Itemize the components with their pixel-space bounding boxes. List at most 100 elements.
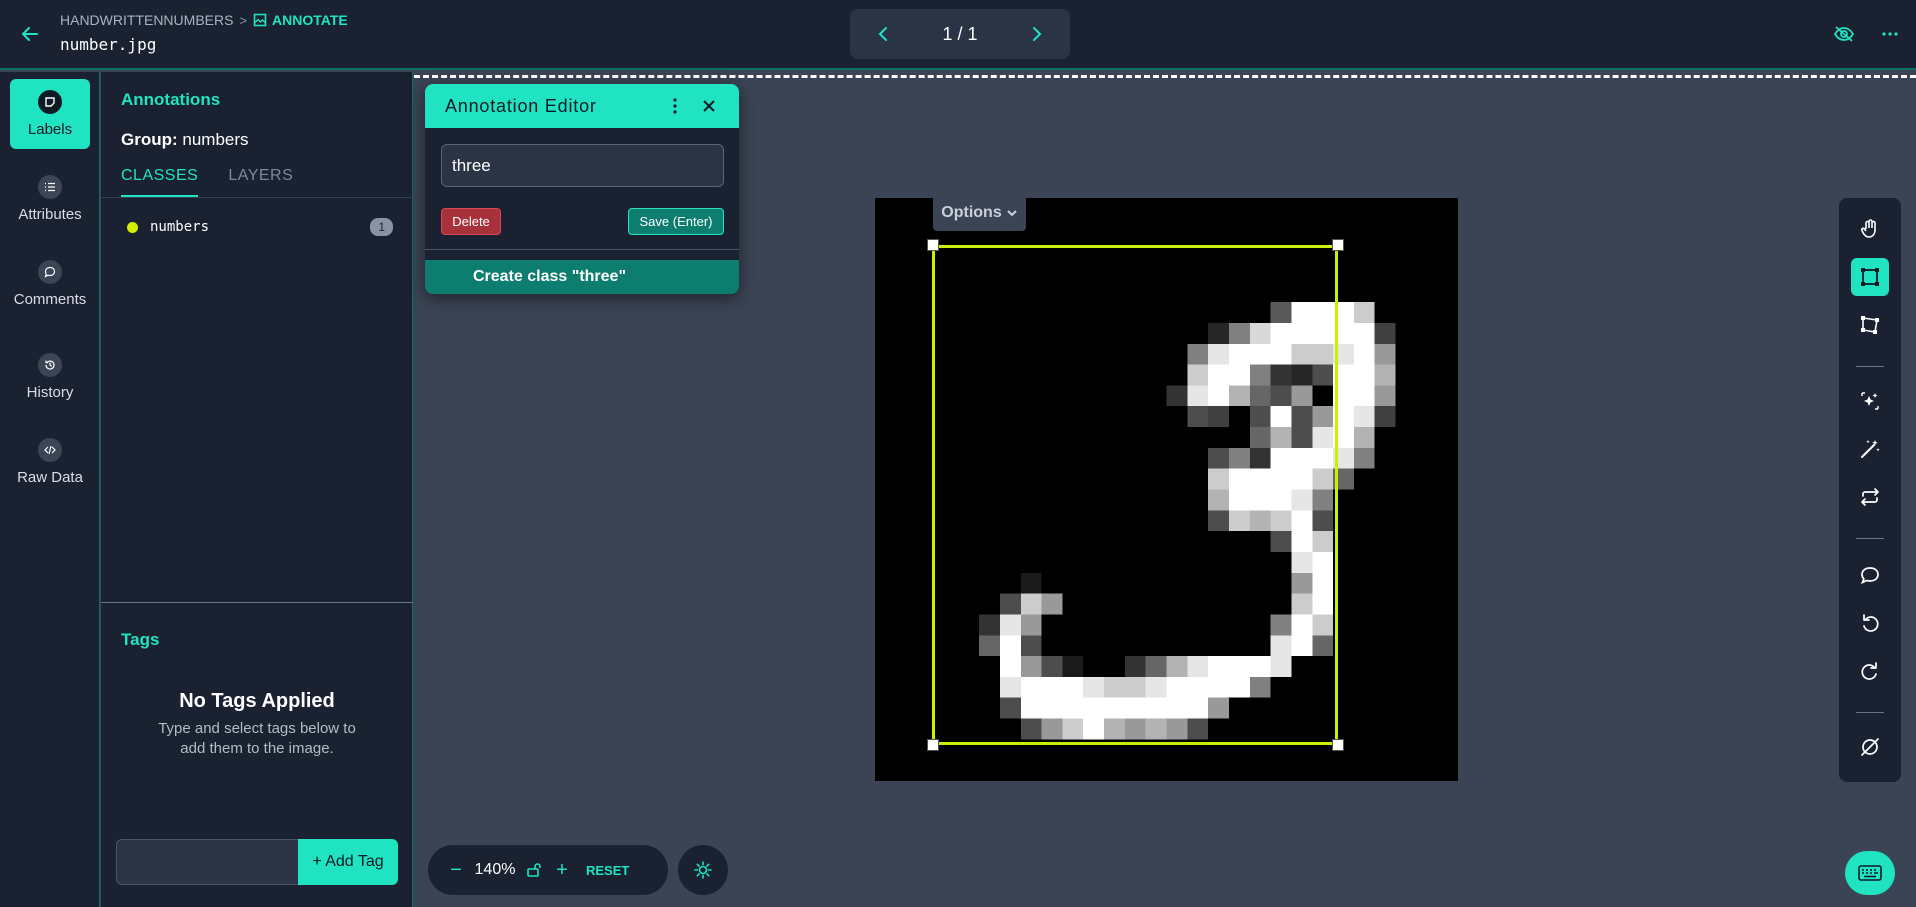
rail-label: History <box>26 384 74 401</box>
group-line: Group: numbers <box>121 130 249 150</box>
code-icon <box>38 438 62 462</box>
tag-input[interactable] <box>116 839 299 885</box>
digit-pixel <box>1374 364 1396 386</box>
editor-divider <box>425 249 739 250</box>
tags-empty-subtitle-line: Type and select tags below to <box>158 720 356 737</box>
chevron-down-icon <box>1007 210 1017 217</box>
unlock-icon[interactable] <box>520 862 548 878</box>
label-icon <box>38 90 62 114</box>
digit-pixel <box>1353 302 1375 323</box>
top-bar: HANDWRITTENNUMBERS > ANNOTATE number.jpg… <box>0 0 1916 70</box>
tags-divider <box>101 602 413 603</box>
tags-empty-title: No Tags Applied <box>179 690 335 712</box>
reset-zoom-button[interactable]: RESET <box>586 863 629 878</box>
pan-hand-icon[interactable] <box>1851 210 1889 248</box>
toolbar-separator <box>1856 366 1884 367</box>
options-dropdown[interactable]: Options <box>933 195 1026 231</box>
editor-title: Annotation Editor <box>445 95 597 116</box>
prev-image-button[interactable] <box>872 23 894 45</box>
toolbar-separator <box>1856 538 1884 539</box>
digit-pixel <box>1353 343 1375 365</box>
smart-select-icon[interactable] <box>1851 382 1889 420</box>
toolbar-separator <box>1856 712 1884 713</box>
save-button[interactable]: Save (Enter) <box>628 208 724 235</box>
comment-icon <box>38 260 62 284</box>
list-icon <box>38 175 62 199</box>
digit-pixel <box>1353 364 1375 386</box>
annotation-editor: Annotation Editor Delete Save (Enter) Cr… <box>425 84 739 294</box>
bbox-handle-bottom-left[interactable] <box>927 739 939 751</box>
class-name-input[interactable] <box>441 144 724 187</box>
rail-label: Comments <box>13 291 87 308</box>
group-value: numbers <box>182 130 249 149</box>
annotate-icon <box>253 13 267 27</box>
group-label: Group: <box>121 130 178 149</box>
add-tag-button[interactable]: + Add Tag <box>298 839 398 885</box>
breadcrumb-mode: ANNOTATE <box>272 12 348 28</box>
digit-pixel <box>1353 322 1375 344</box>
rail-item-attributes[interactable]: Attributes <box>10 164 90 234</box>
breadcrumb: HANDWRITTENNUMBERS > ANNOTATE <box>60 12 348 28</box>
digit-pixel <box>1374 343 1396 365</box>
bbox-handle-top-left[interactable] <box>927 239 939 251</box>
annotations-title: Annotations <box>121 90 221 109</box>
breadcrumb-separator: > <box>239 12 248 28</box>
left-rail-nav: Labels Attributes Comments History Raw D… <box>0 72 100 907</box>
rail-label: Labels <box>27 121 73 138</box>
class-count-badge: 1 <box>370 218 393 236</box>
panel-tabs: CLASSES LAYERS <box>121 167 393 197</box>
rail-item-raw-data[interactable]: Raw Data <box>10 427 90 497</box>
zoom-out-button[interactable]: − <box>442 859 470 882</box>
next-image-button[interactable] <box>1026 23 1048 45</box>
digit-pixel <box>1374 406 1396 428</box>
class-row-numbers[interactable]: numbers 1 <box>121 215 393 239</box>
digit-pixel <box>1353 385 1375 407</box>
rail-item-comments[interactable]: Comments <box>10 249 90 319</box>
tab-classes[interactable]: CLASSES <box>121 167 199 197</box>
zoom-controls: − 140% + RESET <box>428 845 668 895</box>
redo-icon[interactable] <box>1851 652 1889 690</box>
canvas-top-dashed-line <box>414 75 1916 78</box>
file-name: number.jpg <box>60 35 157 54</box>
class-name: numbers <box>150 219 210 235</box>
undo-icon[interactable] <box>1851 604 1889 642</box>
more-options-icon[interactable] <box>1878 22 1902 46</box>
tags-empty-subtitle-line: add them to the image. <box>180 740 334 757</box>
clear-annotations-icon[interactable] <box>1851 728 1889 766</box>
tags-title: Tags <box>121 630 160 649</box>
comment-tool-icon[interactable] <box>1851 556 1889 594</box>
brightness-icon[interactable] <box>678 845 728 895</box>
digit-pixel <box>1353 406 1375 428</box>
digit-pixel <box>1374 385 1396 407</box>
keyboard-shortcuts-icon[interactable] <box>1845 851 1895 895</box>
bbox-handle-top-right[interactable] <box>1332 239 1344 251</box>
bounding-box-tool-icon[interactable] <box>1851 258 1889 296</box>
image-pager: 1 / 1 <box>850 9 1070 59</box>
hide-annotations-icon[interactable] <box>1832 22 1856 46</box>
annotations-panel: Annotations Group: numbers CLASSES LAYER… <box>101 72 413 907</box>
bounding-box[interactable] <box>932 245 1338 745</box>
rail-label: Raw Data <box>17 469 83 486</box>
rail-item-history[interactable]: History <box>10 342 90 412</box>
back-arrow-icon[interactable] <box>18 22 42 46</box>
tab-layers[interactable]: LAYERS <box>228 167 293 197</box>
class-color-dot <box>127 221 138 233</box>
tags-empty-state: No Tags Applied Type and select tags bel… <box>101 690 413 759</box>
polygon-tool-icon[interactable] <box>1851 306 1889 344</box>
zoom-in-button[interactable]: + <box>548 859 576 882</box>
digit-pixel <box>1353 447 1375 469</box>
bbox-handle-bottom-right[interactable] <box>1332 739 1344 751</box>
close-icon[interactable] <box>699 96 719 116</box>
magic-wand-icon[interactable] <box>1851 430 1889 468</box>
repeat-icon[interactable] <box>1851 478 1889 516</box>
tabs-divider <box>101 197 413 198</box>
create-class-option[interactable]: Create class "three" <box>425 260 739 294</box>
delete-button[interactable]: Delete <box>441 208 501 235</box>
digit-pixel <box>1374 322 1396 344</box>
kebab-menu-icon[interactable] <box>665 96 685 116</box>
rail-item-labels[interactable]: Labels <box>10 79 90 149</box>
options-label: Options <box>941 204 1002 221</box>
breadcrumb-project[interactable]: HANDWRITTENNUMBERS <box>60 12 233 28</box>
right-toolbar <box>1839 198 1901 782</box>
zoom-level: 140% <box>474 861 516 878</box>
